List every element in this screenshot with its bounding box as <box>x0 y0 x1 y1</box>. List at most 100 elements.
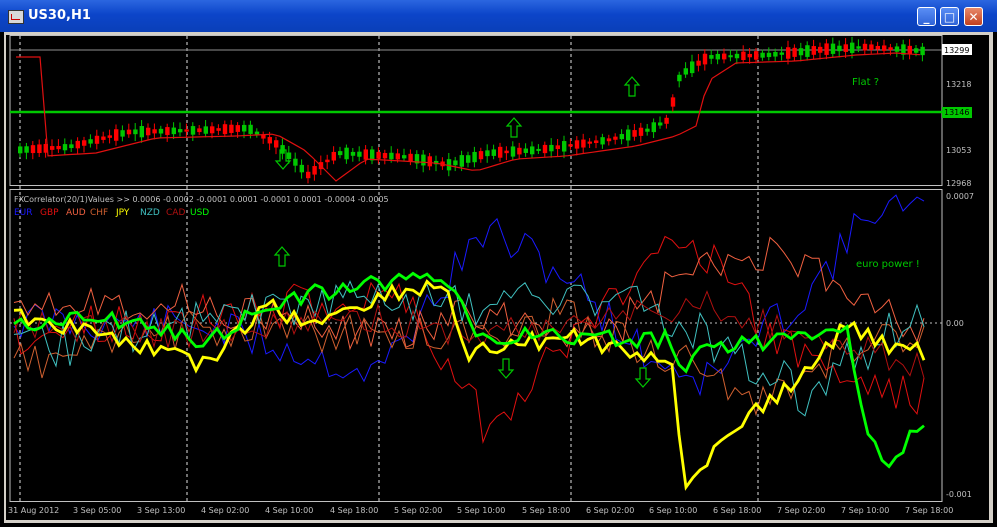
candle[interactable] <box>536 148 541 151</box>
close-button[interactable]: ✕ <box>964 7 983 26</box>
candle[interactable] <box>75 140 80 149</box>
maximize-button[interactable]: □ <box>940 7 959 26</box>
candle[interactable] <box>306 171 311 179</box>
candle[interactable] <box>235 125 240 132</box>
candle[interactable] <box>408 153 413 162</box>
minimize-button[interactable]: _ <box>917 7 936 26</box>
candle[interactable] <box>888 47 893 50</box>
candle[interactable] <box>101 136 106 140</box>
candle[interactable] <box>30 145 36 154</box>
candle[interactable] <box>837 45 842 52</box>
candle[interactable] <box>453 160 458 166</box>
chart-area[interactable]: EUR GBP AUD CHF JPY NZD CAD USD 31 Aug 2012 3 Se… <box>6 35 989 520</box>
candle[interactable] <box>862 43 868 51</box>
candle[interactable] <box>126 129 132 135</box>
candle[interactable] <box>773 52 778 57</box>
candle[interactable] <box>562 141 567 152</box>
candle[interactable] <box>670 97 676 107</box>
candle[interactable] <box>190 126 196 135</box>
candle[interactable] <box>466 155 471 163</box>
candle[interactable] <box>459 155 464 167</box>
candle[interactable] <box>907 45 912 55</box>
candle[interactable] <box>248 124 253 134</box>
candle[interactable] <box>613 136 618 140</box>
candle[interactable] <box>818 46 823 53</box>
candle[interactable] <box>728 55 733 58</box>
candle[interactable] <box>798 48 804 56</box>
candle[interactable] <box>286 152 292 160</box>
candle[interactable] <box>491 149 496 156</box>
candle[interactable] <box>530 146 535 155</box>
candle[interactable] <box>792 47 797 57</box>
candle[interactable] <box>760 52 765 58</box>
candle[interactable] <box>786 47 791 59</box>
candle[interactable] <box>869 44 874 51</box>
candle[interactable] <box>350 151 356 156</box>
candle[interactable] <box>549 144 554 152</box>
candle[interactable] <box>715 53 720 60</box>
candle[interactable] <box>421 154 426 166</box>
candle[interactable] <box>50 146 55 150</box>
candle[interactable] <box>216 128 221 131</box>
candle[interactable] <box>139 126 144 138</box>
candle[interactable] <box>850 42 855 53</box>
candle[interactable] <box>843 44 848 52</box>
candle[interactable] <box>344 147 349 160</box>
candle[interactable] <box>645 128 650 132</box>
candle[interactable] <box>754 51 759 60</box>
candle[interactable] <box>741 51 746 60</box>
candle[interactable] <box>568 144 573 147</box>
candle[interactable] <box>581 139 586 148</box>
candle[interactable] <box>619 134 624 140</box>
candle[interactable] <box>62 144 68 151</box>
candle[interactable] <box>856 46 861 49</box>
candle[interactable] <box>542 144 548 154</box>
candle[interactable] <box>395 153 400 160</box>
candle[interactable] <box>331 151 336 161</box>
candle[interactable] <box>165 127 170 135</box>
candle[interactable] <box>382 153 388 159</box>
candle[interactable] <box>242 124 247 132</box>
candle[interactable] <box>94 135 100 144</box>
candle[interactable] <box>830 43 836 54</box>
candle[interactable] <box>178 129 183 133</box>
candle[interactable] <box>210 126 215 134</box>
candle[interactable] <box>69 144 74 149</box>
candle[interactable] <box>197 128 202 133</box>
candle[interactable] <box>56 145 61 150</box>
candle[interactable] <box>734 53 740 59</box>
candle[interactable] <box>504 150 509 154</box>
candle[interactable] <box>363 149 368 160</box>
candle[interactable] <box>293 158 298 166</box>
candle[interactable] <box>875 45 880 50</box>
candle[interactable] <box>510 146 516 157</box>
candle[interactable] <box>485 150 490 157</box>
candle[interactable] <box>574 140 580 149</box>
candle[interactable] <box>600 137 605 145</box>
candle[interactable] <box>357 151 362 157</box>
candle[interactable] <box>184 129 189 132</box>
candle[interactable] <box>664 117 669 124</box>
candle[interactable] <box>702 53 708 65</box>
candle[interactable] <box>158 128 164 134</box>
candle[interactable] <box>683 68 688 75</box>
candle[interactable] <box>114 129 119 141</box>
candle[interactable] <box>229 124 234 133</box>
candle[interactable] <box>523 148 528 153</box>
candle[interactable] <box>747 53 752 58</box>
candle[interactable] <box>498 146 503 158</box>
candle[interactable] <box>606 138 612 142</box>
candle[interactable] <box>146 127 151 136</box>
candle[interactable] <box>88 139 93 144</box>
candle[interactable] <box>171 127 176 135</box>
candle[interactable] <box>914 48 919 53</box>
candle[interactable] <box>651 122 656 133</box>
candle[interactable] <box>222 124 228 135</box>
candle[interactable] <box>805 45 810 57</box>
candle[interactable] <box>24 146 29 153</box>
candle[interactable] <box>82 140 87 146</box>
candle[interactable] <box>107 135 112 138</box>
candle[interactable] <box>690 61 695 74</box>
title-bar[interactable]: US30,H1 _ □ ✕ <box>0 0 997 32</box>
candle[interactable] <box>677 74 682 82</box>
